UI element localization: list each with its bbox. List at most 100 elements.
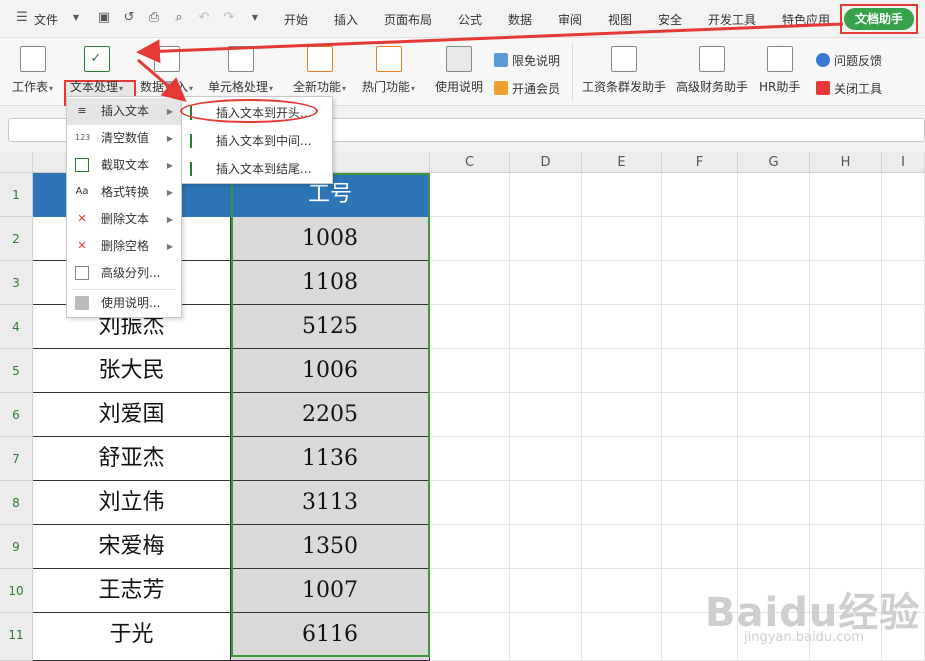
tab-insert[interactable]: 插入 [334, 11, 358, 28]
empty-cell[interactable] [582, 261, 662, 305]
row-header[interactable]: 3 [0, 261, 33, 305]
empty-cell[interactable] [510, 305, 582, 349]
id-cell[interactable]: 1006 [231, 349, 430, 393]
empty-cell[interactable] [430, 481, 510, 525]
empty-cell[interactable] [582, 613, 662, 661]
name-cell[interactable]: 刘立伟 [33, 481, 231, 525]
empty-cell[interactable] [582, 569, 662, 613]
empty-cell[interactable] [738, 305, 810, 349]
empty-cell[interactable] [430, 305, 510, 349]
undo-icon[interactable]: ↶ [196, 10, 212, 26]
new-function-button[interactable]: 全新功能▾ [293, 46, 346, 95]
empty-cell[interactable] [810, 217, 882, 261]
tab-view[interactable]: 视图 [608, 11, 632, 28]
name-cell[interactable]: 张大民 [33, 349, 231, 393]
id-cell[interactable]: 3113 [231, 481, 430, 525]
empty-cell[interactable] [430, 613, 510, 661]
empty-cell[interactable] [810, 481, 882, 525]
menu-item-delete-text[interactable]: ✕ 删除文本 ▶ [67, 206, 181, 233]
data-entry-button[interactable]: 数据录入▾ [140, 46, 193, 95]
empty-cell[interactable] [882, 525, 925, 569]
row-header[interactable]: 9 [0, 525, 33, 569]
empty-cell[interactable] [430, 437, 510, 481]
id-cell[interactable]: 1108 [231, 261, 430, 305]
empty-cell[interactable] [430, 217, 510, 261]
usage-button[interactable]: 使用说明 [435, 46, 483, 95]
empty-cell[interactable] [582, 437, 662, 481]
tab-home[interactable]: 开始 [284, 11, 308, 28]
empty-cell[interactable] [510, 173, 582, 217]
hamburger-icon[interactable]: ☰ [14, 10, 30, 26]
column-header-c[interactable]: C [430, 152, 510, 173]
empty-cell[interactable] [882, 305, 925, 349]
select-all-corner[interactable] [0, 152, 33, 173]
close-tool-button[interactable]: 关闭工具 [816, 80, 882, 97]
empty-cell[interactable] [582, 305, 662, 349]
tab-page-layout[interactable]: 页面布局 [384, 11, 432, 28]
empty-cell[interactable] [582, 173, 662, 217]
row-header[interactable]: 6 [0, 393, 33, 437]
empty-cell[interactable] [810, 305, 882, 349]
empty-cell[interactable] [430, 569, 510, 613]
column-header-g[interactable]: G [738, 152, 810, 173]
empty-cell[interactable] [582, 393, 662, 437]
empty-cell[interactable] [430, 261, 510, 305]
empty-cell[interactable] [810, 173, 882, 217]
print-icon[interactable]: ⎙ [146, 10, 162, 26]
empty-cell[interactable] [882, 349, 925, 393]
redo-icon[interactable]: ↷ [221, 10, 237, 26]
menu-item-extract-text[interactable]: 截取文本 ▶ [67, 152, 181, 179]
empty-cell[interactable] [882, 217, 925, 261]
tab-developer[interactable]: 开发工具 [708, 11, 756, 28]
empty-cell[interactable] [662, 261, 738, 305]
empty-cell[interactable] [810, 261, 882, 305]
row-header[interactable]: 2 [0, 217, 33, 261]
empty-cell[interactable] [810, 525, 882, 569]
finance-button[interactable]: 高级财务助手 [676, 46, 748, 95]
empty-cell[interactable] [662, 349, 738, 393]
empty-cell[interactable] [810, 393, 882, 437]
empty-cell[interactable] [738, 481, 810, 525]
empty-cell[interactable] [662, 481, 738, 525]
cell-process-button[interactable]: 单元格处理▾ [208, 46, 273, 95]
row-header[interactable]: 7 [0, 437, 33, 481]
row-header[interactable]: 8 [0, 481, 33, 525]
row-header[interactable]: 4 [0, 305, 33, 349]
row-header[interactable]: 10 [0, 569, 33, 613]
file-menu[interactable]: 文件 [34, 11, 58, 28]
id-cell[interactable]: 1136 [231, 437, 430, 481]
empty-cell[interactable] [510, 525, 582, 569]
empty-cell[interactable] [430, 393, 510, 437]
empty-cell[interactable] [662, 173, 738, 217]
submenu-item-insert-middle[interactable]: 插入文本到中间... [182, 127, 332, 155]
menu-item-usage[interactable]: 使用说明... [67, 290, 181, 317]
id-cell[interactable]: 1008 [231, 217, 430, 261]
id-cell[interactable]: 1350 [231, 525, 430, 569]
empty-cell[interactable] [662, 305, 738, 349]
tab-security[interactable]: 安全 [658, 11, 682, 28]
menu-item-clear-values[interactable]: 123 清空数值 ▶ [67, 125, 181, 152]
empty-cell[interactable] [882, 437, 925, 481]
empty-cell[interactable] [810, 349, 882, 393]
name-cell[interactable]: 刘爱国 [33, 393, 231, 437]
menu-item-delete-space[interactable]: ✕ 删除空格 ▶ [67, 233, 181, 260]
empty-cell[interactable] [582, 349, 662, 393]
name-cell[interactable]: 于光 [33, 613, 231, 661]
empty-cell[interactable] [738, 217, 810, 261]
empty-cell[interactable] [882, 261, 925, 305]
empty-cell[interactable] [882, 393, 925, 437]
empty-cell[interactable] [510, 261, 582, 305]
save-icon[interactable]: ▣ [96, 10, 112, 26]
empty-cell[interactable] [510, 393, 582, 437]
name-cell[interactable]: 舒亚杰 [33, 437, 231, 481]
name-cell[interactable]: 宋爱梅 [33, 525, 231, 569]
id-cell[interactable]: 2205 [231, 393, 430, 437]
tab-featured[interactable]: 特色应用 [782, 11, 830, 28]
empty-cell[interactable] [582, 217, 662, 261]
menu-item-format-convert[interactable]: Aa 格式转换 ▶ [67, 179, 181, 206]
row-header[interactable]: 11 [0, 613, 33, 661]
tab-data[interactable]: 数据 [508, 11, 532, 28]
menu-item-insert-text[interactable]: ≡ 插入文本 ▶ [67, 98, 181, 125]
column-header-i[interactable]: I [882, 152, 925, 173]
empty-cell[interactable] [430, 173, 510, 217]
